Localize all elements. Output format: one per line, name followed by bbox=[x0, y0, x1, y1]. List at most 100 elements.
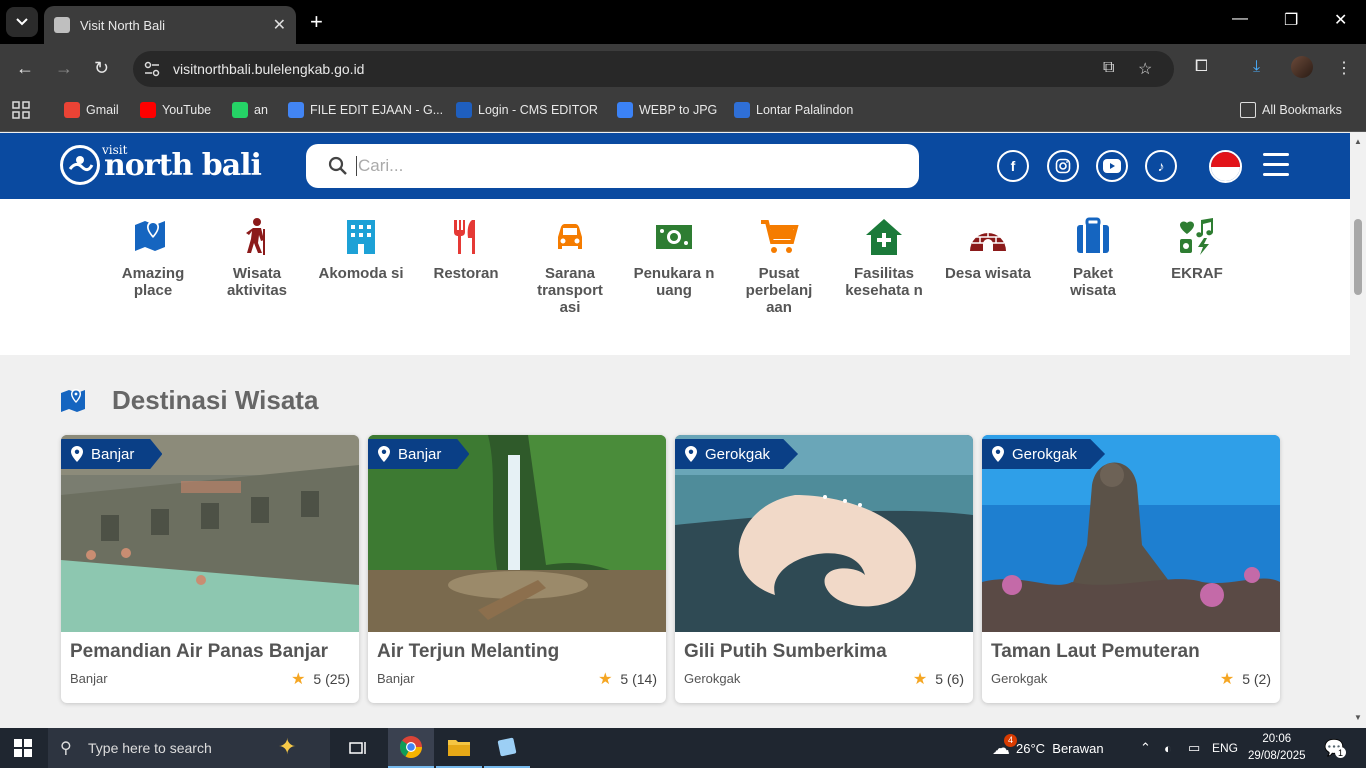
location-badge: Banjar bbox=[368, 439, 470, 469]
destination-name[interactable]: Pemandian Air Panas Banjar bbox=[70, 641, 328, 663]
tiktok-icon[interactable]: ♪ bbox=[1145, 150, 1177, 182]
star-icon: ★ bbox=[1219, 671, 1235, 688]
destination-card[interactable]: Banjar Pemandian Air Panas Banjar Banjar… bbox=[61, 435, 359, 703]
suitcase-icon bbox=[1073, 217, 1113, 257]
instagram-icon[interactable] bbox=[1047, 150, 1079, 182]
category-item[interactable]: Pusat perbelanj aan bbox=[734, 217, 824, 316]
category-item[interactable]: Akomoda si bbox=[316, 217, 406, 282]
bookmark-item[interactable]: an bbox=[232, 94, 268, 126]
tab-search-dropdown[interactable] bbox=[6, 7, 38, 37]
minimize-button[interactable]: — bbox=[1232, 10, 1248, 28]
indonesia-flag-icon[interactable] bbox=[1209, 150, 1242, 183]
rating-text: 5 (6) bbox=[935, 671, 964, 687]
translate-icon[interactable]: ⧉ bbox=[1103, 59, 1114, 77]
category-item[interactable]: Penukara n uang bbox=[629, 217, 719, 299]
maximize-button[interactable]: ❐ bbox=[1284, 10, 1298, 30]
bookmark-item[interactable]: Login - CMS EDITOR bbox=[456, 94, 598, 126]
category-label: Wisata aktivitas bbox=[226, 265, 288, 299]
scroll-thumb[interactable] bbox=[1354, 219, 1362, 295]
forward-icon[interactable]: → bbox=[55, 58, 73, 79]
category-item[interactable]: Desa wisata bbox=[943, 217, 1033, 282]
star-icon: ★ bbox=[912, 671, 928, 688]
profile-avatar[interactable] bbox=[1291, 56, 1313, 78]
map-icon bbox=[133, 217, 173, 257]
extensions-icon[interactable]: ⧠ bbox=[1195, 58, 1208, 76]
rating-text: 5 (25) bbox=[313, 671, 350, 687]
download-icon[interactable]: ⤓ bbox=[1253, 58, 1260, 76]
bookmark-item[interactable]: WEBP to JPG bbox=[617, 94, 717, 126]
file-explorer-icon[interactable] bbox=[436, 728, 482, 768]
location-pin-icon bbox=[685, 446, 697, 462]
notepad-icon[interactable] bbox=[484, 728, 530, 768]
destination-rating: ★ 5 (6) bbox=[913, 669, 964, 689]
lontar-icon bbox=[734, 102, 750, 118]
rating-text: 5 (14) bbox=[620, 671, 657, 687]
site-info-icon[interactable] bbox=[143, 60, 161, 78]
destination-card[interactable]: Banjar Air Terjun Melanting Banjar ★ 5 (… bbox=[368, 435, 666, 703]
destination-name[interactable]: Taman Laut Pemuteran bbox=[991, 641, 1200, 663]
category-item[interactable]: EKRAF bbox=[1152, 217, 1242, 282]
bookmark-item[interactable]: Gmail bbox=[64, 94, 119, 126]
category-label: Akomoda si bbox=[318, 265, 404, 282]
bookmark-item[interactable]: YouTube bbox=[140, 94, 211, 126]
scroll-up-icon[interactable]: ▲ bbox=[1354, 137, 1362, 146]
chrome-taskbar-icon[interactable] bbox=[388, 728, 434, 768]
page-scrollbar[interactable]: ▲ ▼ bbox=[1350, 133, 1366, 728]
bookmark-label: Gmail bbox=[86, 103, 119, 117]
menu-kebab-icon[interactable]: ⋮ bbox=[1336, 58, 1352, 78]
new-tab-button[interactable]: + bbox=[310, 9, 323, 35]
destination-name[interactable]: Gili Putih Sumberkima bbox=[684, 641, 887, 663]
system-clock[interactable]: 20:06 29/08/2025 bbox=[1248, 731, 1306, 765]
hamburger-menu-icon[interactable] bbox=[1263, 153, 1289, 183]
bookmark-label: YouTube bbox=[162, 103, 212, 117]
destination-area: Banjar bbox=[377, 671, 415, 686]
bookmark-item[interactable]: Lontar Palalindon bbox=[734, 94, 853, 126]
youtube-social-icon[interactable] bbox=[1096, 150, 1128, 182]
category-item[interactable]: Fasilitas kesehata n bbox=[839, 217, 929, 299]
weather-badge: 4 bbox=[1004, 733, 1017, 747]
bookmark-star-icon[interactable]: ☆ bbox=[1138, 59, 1152, 79]
category-item[interactable]: Restoran bbox=[421, 217, 511, 282]
destination-card[interactable]: Gerokgak Gili Putih Sumberkima Gerokgak … bbox=[675, 435, 973, 703]
site-logo[interactable]: visit north bali bbox=[60, 141, 262, 189]
destination-name[interactable]: Air Terjun Melanting bbox=[377, 641, 559, 663]
reload-icon[interactable]: ↻ bbox=[94, 58, 109, 79]
language-indicator[interactable]: ENG bbox=[1212, 728, 1238, 768]
taskbar-search-placeholder: Type here to search bbox=[88, 740, 212, 756]
taskbar-search[interactable]: ⚲ Type here to search ✦ bbox=[48, 728, 330, 768]
category-item[interactable]: Paket wisata bbox=[1048, 217, 1138, 299]
location-label: Banjar bbox=[398, 445, 442, 463]
close-tab-icon[interactable]: ✕ bbox=[273, 15, 286, 35]
back-icon[interactable]: ← bbox=[16, 58, 34, 79]
network-icon[interactable]: ▭ bbox=[1188, 728, 1200, 768]
chevron-down-icon bbox=[16, 18, 28, 26]
category-label: Paket wisata bbox=[1070, 265, 1116, 299]
camera-icon[interactable]: ◐ bbox=[1164, 728, 1172, 768]
active-tab[interactable]: Visit North Bali ✕ bbox=[44, 6, 296, 44]
notification-center-icon[interactable]: 💬 1 bbox=[1324, 728, 1346, 768]
copilot-sparkle-icon: ✦ bbox=[278, 734, 297, 759]
category-item[interactable]: Amazing place bbox=[108, 217, 198, 299]
destination-rating: ★ 5 (25) bbox=[291, 669, 350, 689]
weather-widget[interactable]: ☁ 4 26°C Berawan bbox=[992, 728, 1104, 768]
location-label: Gerokgak bbox=[705, 445, 771, 463]
windows-start-icon[interactable] bbox=[14, 739, 32, 757]
all-bookmarks[interactable]: All Bookmarks bbox=[1240, 94, 1342, 126]
scroll-down-icon[interactable]: ▼ bbox=[1354, 713, 1362, 722]
bookmark-item[interactable]: FILE EDIT EJAAN - G... bbox=[288, 94, 443, 126]
utensils-icon bbox=[446, 217, 486, 257]
site-search[interactable]: Cari... bbox=[306, 144, 919, 188]
address-bar[interactable]: visitnorthbali.bulelengkab.go.id ⧉ ☆ bbox=[133, 51, 1174, 87]
category-item[interactable]: Wisata aktivitas bbox=[212, 217, 302, 299]
location-badge: Gerokgak bbox=[982, 439, 1106, 469]
favicon-icon bbox=[54, 17, 70, 33]
task-view-icon[interactable] bbox=[336, 728, 382, 768]
destination-card[interactable]: Gerokgak Taman Laut Pemuteran Gerokgak ★… bbox=[982, 435, 1280, 703]
apps-grid-icon[interactable] bbox=[12, 94, 30, 126]
location-label: Banjar bbox=[91, 445, 135, 463]
close-window-button[interactable]: ✕ bbox=[1334, 10, 1347, 30]
bookmarks-bar: Gmail YouTube an FILE EDIT EJAAN - G... Logi… bbox=[0, 94, 1366, 132]
facebook-icon[interactable]: f bbox=[997, 150, 1029, 182]
category-item[interactable]: Sarana transport asi bbox=[525, 217, 615, 316]
tray-chevron-up-icon[interactable]: ⌃ bbox=[1140, 728, 1151, 768]
